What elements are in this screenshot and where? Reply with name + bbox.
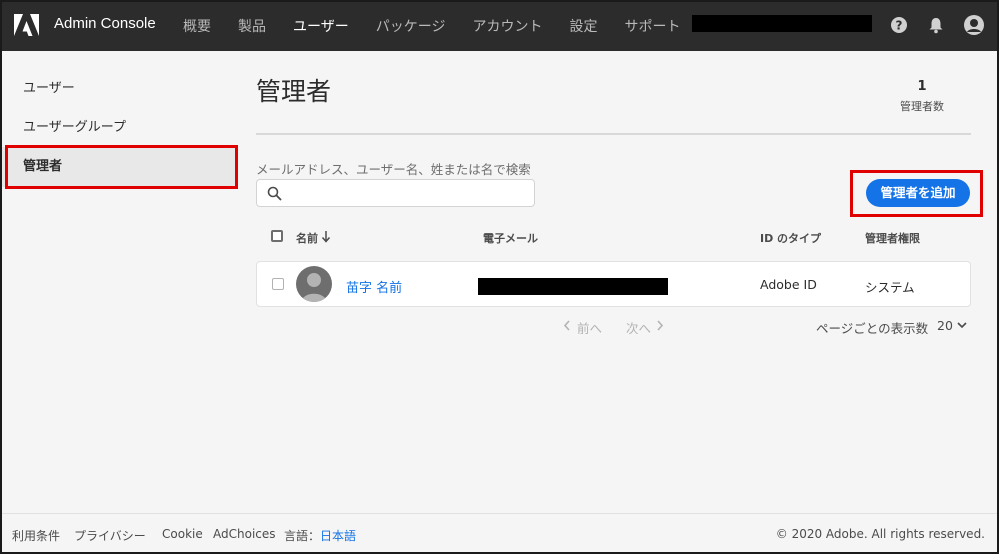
per-page-select[interactable]: 20 bbox=[937, 318, 953, 333]
column-header-id-type: ID のタイプ bbox=[760, 232, 822, 245]
sidebar-item-users[interactable]: ユーザー bbox=[2, 69, 238, 109]
email-redacted bbox=[478, 278, 668, 295]
admin-count-label: 管理者数 bbox=[900, 100, 944, 113]
adobe-logo-icon[interactable] bbox=[14, 14, 39, 36]
column-header-email: 電子メール bbox=[483, 232, 538, 245]
role-cell: システム bbox=[865, 280, 915, 295]
sidebar-item-label: 管理者 bbox=[23, 159, 63, 174]
footer-link-adchoices[interactable]: AdChoices bbox=[213, 527, 276, 541]
nav-support[interactable]: サポート bbox=[624, 16, 680, 36]
search-label: メールアドレス、ユーザー名、姓または名で検索 bbox=[256, 162, 531, 177]
language-selector[interactable]: 日本語 bbox=[320, 529, 356, 543]
search-input[interactable] bbox=[256, 179, 535, 207]
nav-overview[interactable]: 概要 bbox=[183, 16, 211, 36]
sidebar-item-label: ユーザー bbox=[23, 81, 75, 96]
search-icon bbox=[267, 186, 282, 201]
avatar bbox=[296, 266, 332, 302]
column-header-role: 管理者権限 bbox=[865, 232, 920, 245]
row-checkbox[interactable] bbox=[272, 278, 284, 290]
user-name-link[interactable]: 苗字 名前 bbox=[346, 277, 402, 296]
sidebar-item-user-groups[interactable]: ユーザーグループ bbox=[2, 108, 238, 148]
next-page-button[interactable]: 次へ bbox=[626, 318, 651, 337]
footer-link-cookie[interactable]: Cookie bbox=[162, 527, 203, 541]
user-avatar-icon[interactable] bbox=[963, 14, 985, 36]
app-title[interactable]: Admin Console bbox=[54, 15, 156, 32]
main-nav: 概要 製品 ユーザー パッケージ アカウント 設定 サポート bbox=[183, 16, 707, 36]
copyright: © 2020 Adobe. All rights reserved. bbox=[775, 527, 985, 541]
sidebar-item-administrators[interactable]: 管理者 bbox=[2, 147, 238, 187]
footer-language: 言語：日本語 bbox=[284, 527, 356, 544]
nav-settings[interactable]: 設定 bbox=[569, 16, 597, 36]
avatar-person-icon bbox=[301, 273, 327, 302]
top-navigation-bar: Admin Console 概要 製品 ユーザー パッケージ アカウント 設定 … bbox=[0, 0, 999, 51]
admin-count: 1 管理者数 bbox=[890, 79, 954, 114]
chevron-left-icon bbox=[563, 320, 570, 331]
footer-link-terms[interactable]: 利用条件 bbox=[12, 527, 60, 544]
svg-text:?: ? bbox=[896, 19, 903, 33]
footer: 利用条件 プライバシー Cookie AdChoices 言語：日本語 © 20… bbox=[2, 513, 997, 552]
add-admin-button[interactable]: 管理者を追加 bbox=[866, 179, 970, 207]
sidebar-item-label: ユーザーグループ bbox=[23, 120, 126, 135]
footer-link-privacy[interactable]: プライバシー bbox=[74, 527, 146, 544]
column-header-name[interactable]: 名前 bbox=[296, 230, 318, 246]
language-label: 言語： bbox=[284, 529, 321, 543]
bell-icon[interactable] bbox=[927, 16, 945, 34]
nav-account[interactable]: アカウント bbox=[472, 16, 542, 36]
chevron-right-icon bbox=[657, 320, 664, 331]
nav-users[interactable]: ユーザー bbox=[293, 16, 349, 36]
id-type-cell: Adobe ID bbox=[760, 277, 817, 292]
admin-count-value: 1 bbox=[917, 79, 927, 94]
chevron-down-icon[interactable] bbox=[957, 321, 967, 329]
page-title: 管理者 bbox=[256, 77, 332, 106]
select-all-checkbox[interactable] bbox=[271, 230, 283, 242]
divider bbox=[256, 133, 971, 135]
per-page-label: ページごとの表示数 bbox=[816, 321, 929, 336]
help-icon[interactable]: ? bbox=[890, 16, 908, 34]
nav-packages[interactable]: パッケージ bbox=[376, 16, 446, 36]
nav-products[interactable]: 製品 bbox=[238, 16, 266, 36]
org-name-redacted[interactable] bbox=[692, 15, 872, 32]
prev-page-button[interactable]: 前へ bbox=[577, 318, 602, 337]
sort-descending-icon[interactable] bbox=[321, 230, 331, 243]
